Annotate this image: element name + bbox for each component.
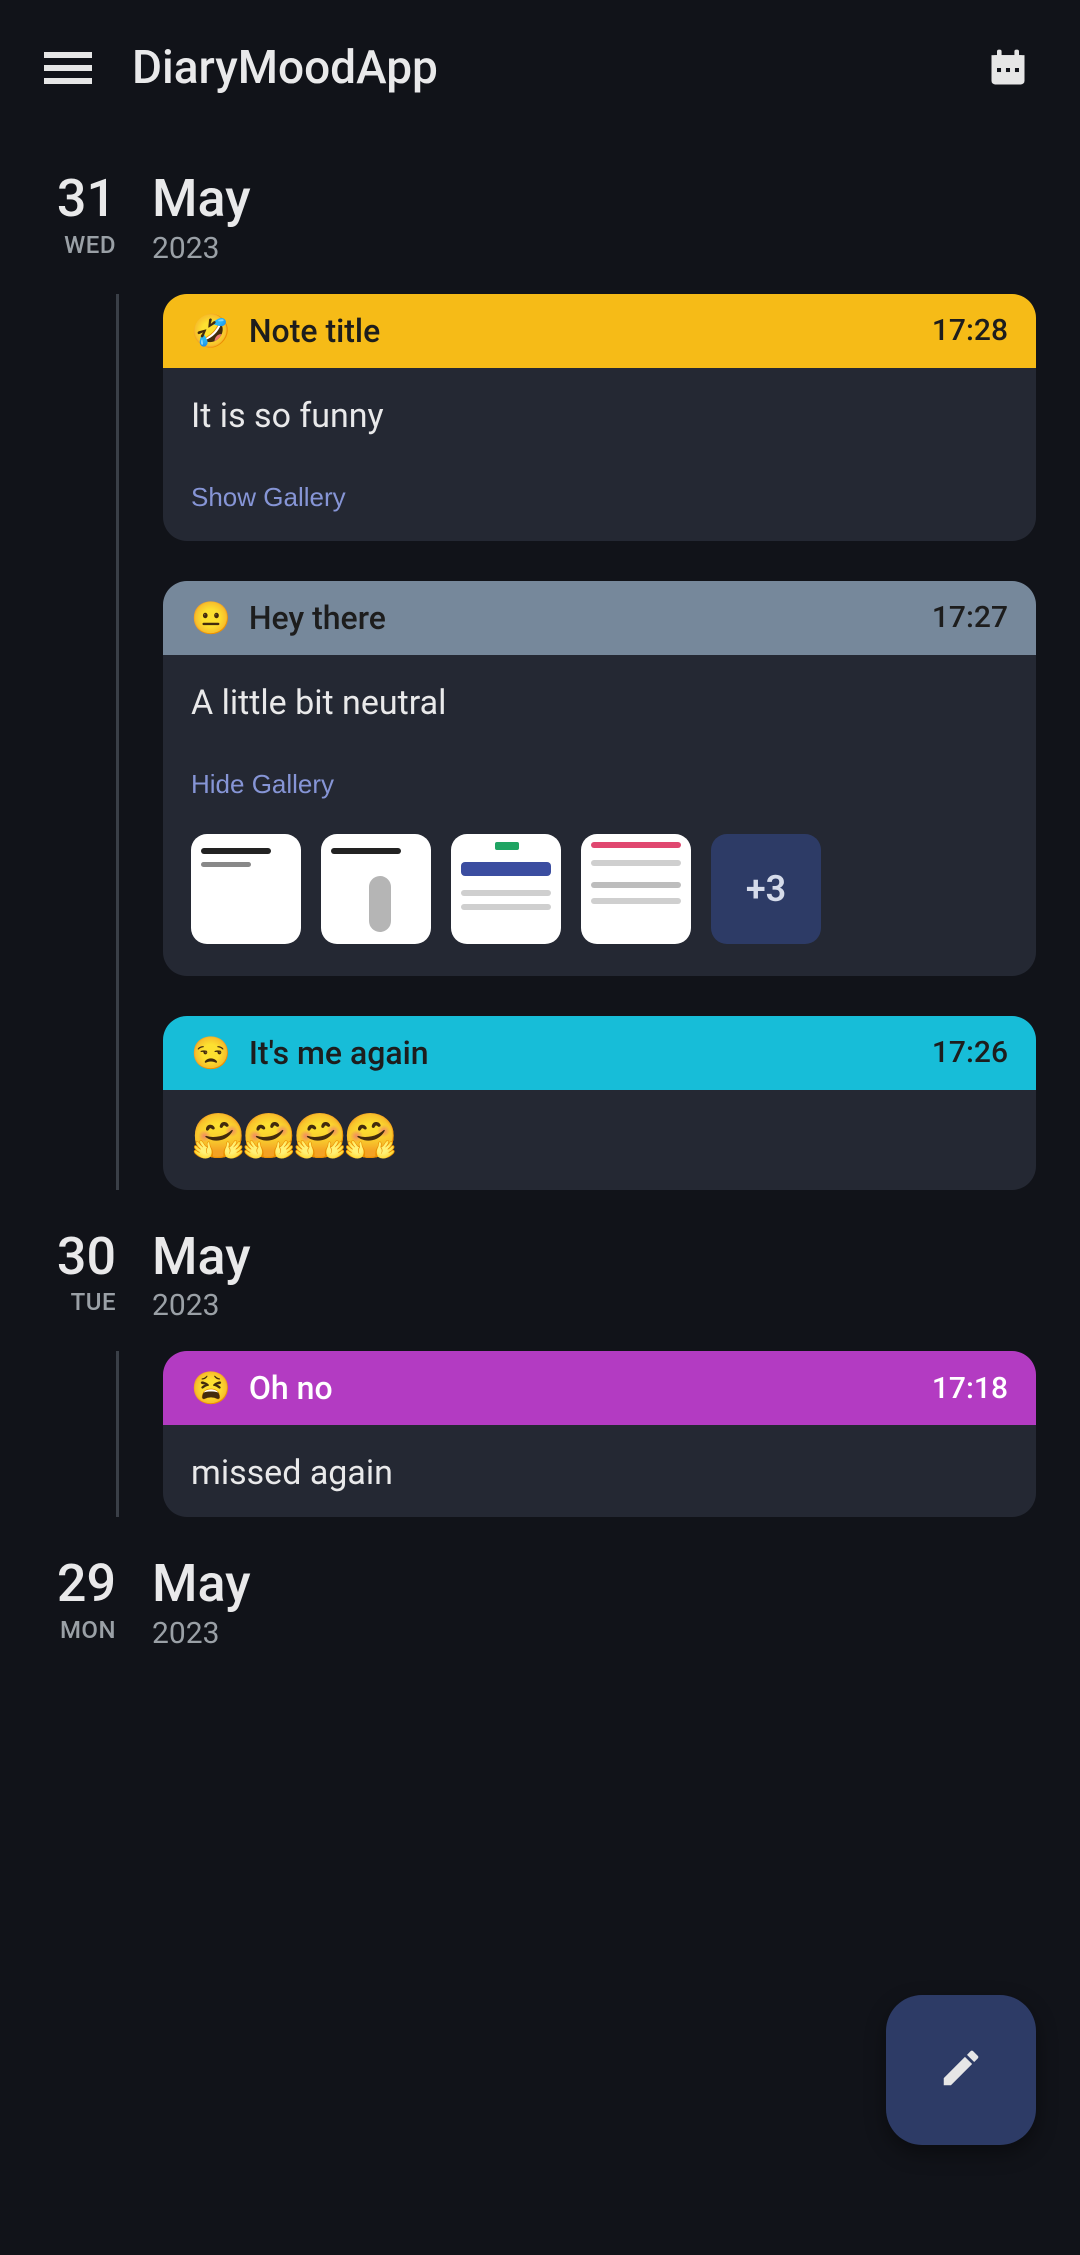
diary-entry-card[interactable]: 😫 Oh no 17:18 missed again (163, 1351, 1036, 1517)
entry-title: It's me again (249, 1034, 914, 1072)
date-day-of-week: WED (44, 231, 116, 259)
mood-emoji-icon: 🤣 (191, 315, 231, 347)
entry-body-emojis: 🤗🤗🤗🤗 (163, 1090, 1036, 1190)
date-header: 30 TUE May 2023 (44, 1230, 1036, 1324)
gallery-thumbnail[interactable] (451, 834, 561, 944)
date-header: 29 MON May 2023 (44, 1557, 1036, 1651)
gallery-thumbnail[interactable] (191, 834, 301, 944)
calendar-icon[interactable] (980, 40, 1036, 96)
entry-body-text: A little bit neutral (191, 683, 1008, 723)
screen: DiaryMoodApp 31 WED May 2023 (0, 0, 1080, 2255)
entry-header: 😐 Hey there 17:27 (163, 581, 1036, 655)
date-month: May (152, 1230, 251, 1285)
date-header: 31 WED May 2023 (44, 172, 1036, 266)
mood-emoji-icon: 😫 (191, 1372, 231, 1404)
hide-gallery-button[interactable]: Hide Gallery (163, 747, 362, 828)
mood-emoji-icon: 😒 (191, 1037, 231, 1069)
date-day-number: 31 (44, 172, 116, 227)
app-title: DiaryMoodApp (132, 41, 944, 95)
day-section: 31 WED May 2023 🤣 Note title 17:28 It is… (0, 172, 1080, 1190)
date-year: 2023 (152, 1288, 251, 1323)
entry-time: 17:18 (932, 1371, 1008, 1406)
entry-body-text: It is so funny (191, 396, 1008, 436)
gallery-more-count: +3 (746, 868, 786, 910)
date-day-of-week: TUE (44, 1288, 116, 1316)
entry-time: 17:27 (932, 600, 1008, 635)
diary-entry-card[interactable]: 😒 It's me again 17:26 🤗🤗🤗🤗 (163, 1016, 1036, 1190)
entry-header: 🤣 Note title 17:28 (163, 294, 1036, 368)
entry-time: 17:28 (932, 313, 1008, 348)
diary-entry-card[interactable]: 🤣 Note title 17:28 It is so funny Show G… (163, 294, 1036, 541)
entry-body-text: missed again (191, 1453, 1008, 1493)
compose-fab[interactable] (886, 1995, 1036, 2145)
app-bar: DiaryMoodApp (0, 0, 1080, 136)
entry-header: 😒 It's me again 17:26 (163, 1016, 1036, 1090)
hamburger-menu-icon[interactable] (40, 40, 96, 96)
day-section: 29 MON May 2023 (0, 1557, 1080, 1651)
date-month: May (152, 1557, 251, 1612)
entry-header: 😫 Oh no 17:18 (163, 1351, 1036, 1425)
entry-title: Oh no (249, 1369, 914, 1407)
date-month: May (152, 172, 251, 227)
entries-timeline: 😫 Oh no 17:18 missed again (116, 1351, 1036, 1517)
gallery-thumbnail[interactable] (581, 834, 691, 944)
diary-entry-card[interactable]: 😐 Hey there 17:27 A little bit neutral H… (163, 581, 1036, 976)
entry-time: 17:26 (932, 1035, 1008, 1070)
mood-emoji-icon: 😐 (191, 602, 231, 634)
day-section: 30 TUE May 2023 😫 Oh no 17:18 missed aga… (0, 1230, 1080, 1518)
date-year: 2023 (152, 1616, 251, 1651)
gallery-thumbnail[interactable] (321, 834, 431, 944)
entry-title: Note title (249, 312, 914, 350)
entry-title: Hey there (249, 599, 914, 637)
pencil-icon (938, 2045, 984, 2095)
date-day-number: 29 (44, 1557, 116, 1612)
date-day-number: 30 (44, 1230, 116, 1285)
gallery-more-button[interactable]: +3 (711, 834, 821, 944)
entries-timeline: 🤣 Note title 17:28 It is so funny Show G… (116, 294, 1036, 1190)
show-gallery-button[interactable]: Show Gallery (163, 460, 374, 541)
gallery-thumbnails: +3 (163, 828, 1036, 976)
date-year: 2023 (152, 231, 251, 266)
date-day-of-week: MON (44, 1616, 116, 1644)
